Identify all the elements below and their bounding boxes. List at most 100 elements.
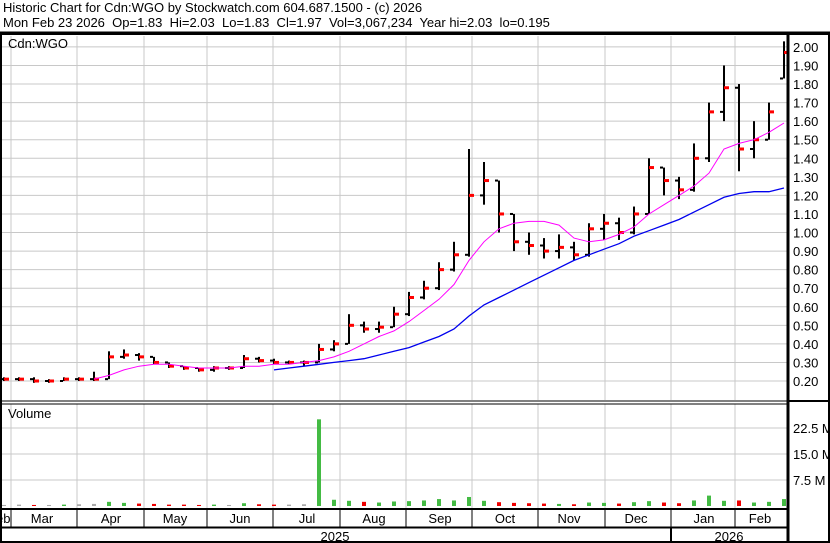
open-tick xyxy=(750,148,753,150)
close-tick xyxy=(319,347,324,351)
open-tick xyxy=(480,194,483,197)
volume-bar xyxy=(242,503,246,506)
close-tick xyxy=(529,244,534,248)
volume-bar xyxy=(707,495,711,506)
price-tick-label: 0.80 xyxy=(793,263,818,278)
volume-bar xyxy=(182,504,186,506)
close-tick xyxy=(124,353,129,357)
volume-bar xyxy=(227,504,231,506)
open-tick xyxy=(450,268,453,271)
month-label: Feb xyxy=(749,511,771,526)
close-tick xyxy=(139,355,144,359)
volume-bar xyxy=(722,500,726,506)
volume-tick-label: 7.5 M xyxy=(793,473,826,488)
volume-bar xyxy=(137,503,141,506)
close-tick xyxy=(154,360,159,364)
open-tick xyxy=(135,354,138,357)
volume-bar xyxy=(572,504,576,506)
price-tick-label: 0.20 xyxy=(793,374,818,389)
close-tick xyxy=(364,327,369,331)
volume-bar xyxy=(92,503,96,506)
volume-bar xyxy=(617,503,621,506)
volume-axis: 7.5 M 15.0 M 22.5 M xyxy=(793,421,830,488)
open-tick xyxy=(615,222,618,225)
price-tick-label: 1.20 xyxy=(793,188,818,203)
close-tick xyxy=(634,212,639,216)
volume-bar xyxy=(32,504,36,506)
volume-bar xyxy=(167,504,171,506)
close-tick xyxy=(244,357,249,361)
price-tick-label: 1.30 xyxy=(793,170,818,185)
close-tick xyxy=(109,355,114,359)
close-tick xyxy=(499,212,504,216)
close-tick xyxy=(409,295,414,299)
price-tick-label: 1.70 xyxy=(793,96,818,111)
close-tick xyxy=(259,359,264,363)
open-tick xyxy=(555,250,558,253)
volume-bar xyxy=(362,501,366,506)
price-tick-label: 1.40 xyxy=(793,151,818,166)
volume-bar xyxy=(737,500,741,506)
price-tick-label: 1.00 xyxy=(793,226,818,241)
open-tick xyxy=(330,348,333,351)
open-tick xyxy=(60,380,63,382)
volume-bar xyxy=(602,502,606,506)
volume-bar xyxy=(347,500,351,506)
volume-bar xyxy=(407,501,411,506)
volume-bar xyxy=(527,503,531,506)
open-tick xyxy=(630,231,633,234)
month-label: Jul xyxy=(299,511,316,526)
volume-bar xyxy=(782,499,786,506)
open-tick xyxy=(345,342,348,345)
volume-bar xyxy=(542,503,546,506)
volume-bar xyxy=(272,504,276,506)
month-label: Mar xyxy=(31,511,54,526)
price-tick-label: 0.30 xyxy=(793,355,818,370)
volume-bar xyxy=(647,501,651,506)
open-tick xyxy=(600,227,603,230)
price-tick-label: 1.50 xyxy=(793,133,818,148)
open-tick xyxy=(270,359,273,362)
volume-bar xyxy=(497,502,501,506)
close-tick xyxy=(19,377,24,381)
volume-bar xyxy=(62,504,66,506)
open-tick xyxy=(405,313,408,316)
open-tick xyxy=(540,244,543,247)
price-tick-label: 1.80 xyxy=(793,77,818,92)
open-tick xyxy=(435,287,438,290)
volume-bar xyxy=(422,500,426,506)
price-tick-label: 0.90 xyxy=(793,244,818,259)
close-tick xyxy=(274,360,279,364)
close-tick xyxy=(34,379,39,383)
close-tick xyxy=(349,323,354,327)
open-tick xyxy=(150,355,153,358)
close-tick xyxy=(484,179,489,183)
volume-bar xyxy=(152,503,156,506)
close-tick xyxy=(424,286,429,290)
volume-bar xyxy=(437,499,441,506)
close-tick xyxy=(394,312,399,316)
volume-bar xyxy=(452,500,456,506)
month-label: Oct xyxy=(495,511,516,526)
price-tick-label: 0.40 xyxy=(793,337,818,352)
volume-bar xyxy=(767,501,771,506)
price-tick-label: 1.10 xyxy=(793,207,818,222)
volume-bar xyxy=(257,504,261,506)
open-tick xyxy=(45,380,48,382)
stock-chart: Cdn:WGO Volume 0.200.300.400.500.600.700… xyxy=(0,31,830,543)
open-tick xyxy=(210,368,213,371)
month-label: Dec xyxy=(624,511,648,526)
close-tick xyxy=(664,179,669,183)
volume-tick-label: 15.0 M xyxy=(793,447,830,462)
volume-bars xyxy=(2,419,786,506)
volume-bar xyxy=(122,502,126,506)
volume-bar xyxy=(677,503,681,506)
close-tick xyxy=(679,188,684,192)
close-tick xyxy=(649,166,654,170)
volume-bar xyxy=(482,500,486,506)
price-tick-label: 1.60 xyxy=(793,114,818,129)
open-tick xyxy=(360,324,363,327)
month-label: Jun xyxy=(230,511,251,526)
volume-bar xyxy=(632,502,636,506)
price-tick-label: 0.70 xyxy=(793,281,818,296)
